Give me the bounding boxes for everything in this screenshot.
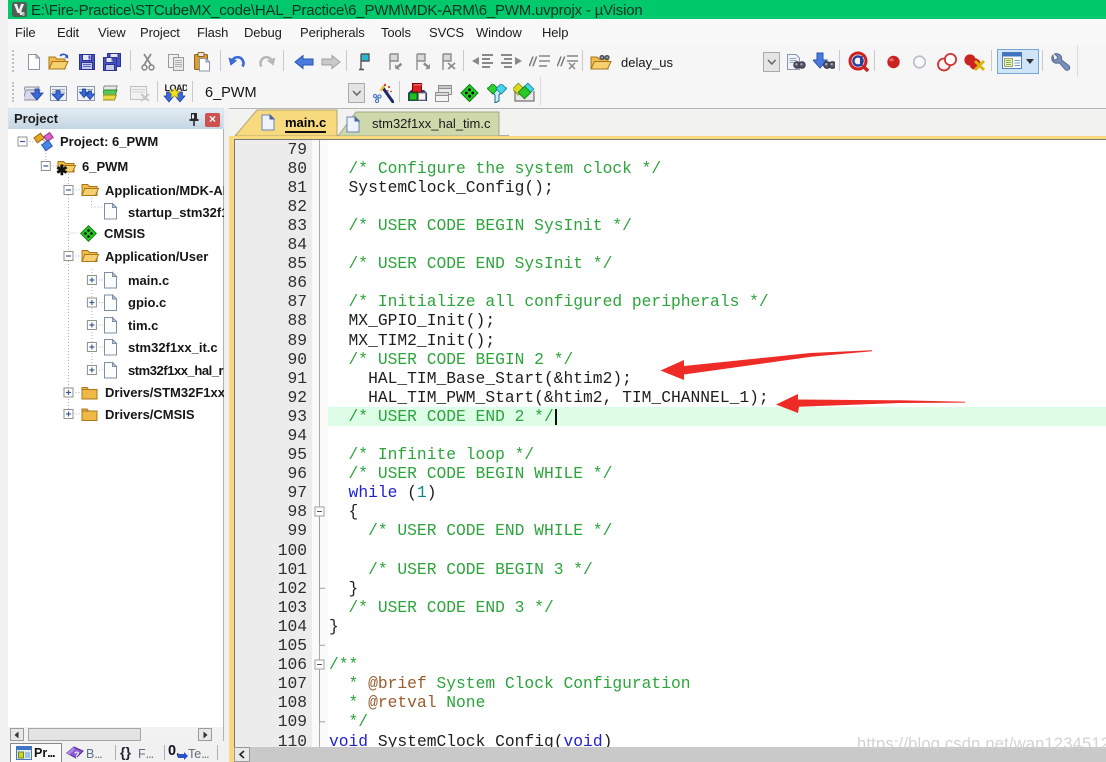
svg-text:✱: ✱ xyxy=(56,162,68,178)
svg-text://: // xyxy=(529,54,538,69)
svg-text://: // xyxy=(557,54,566,69)
svg-text:?: ? xyxy=(74,750,80,760)
